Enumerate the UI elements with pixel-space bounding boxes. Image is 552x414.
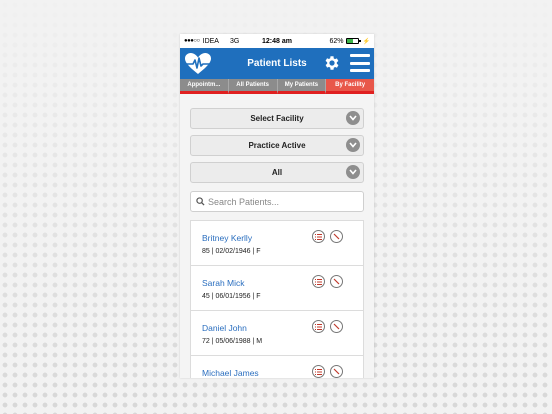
carrier-name: IDEA — [202, 37, 219, 45]
tab-by-facility[interactable]: By Facility — [326, 79, 374, 94]
practice-select[interactable]: Practice Active — [190, 135, 364, 156]
battery-percent: 62% — [329, 37, 344, 45]
phone-screen: ●●●○○ IDEA 3G 12:48 am 62% ⚡ Patient Lis… — [180, 34, 374, 378]
tab-all-patients[interactable]: All Patients — [228, 79, 278, 94]
search-box — [190, 191, 364, 212]
patient-row[interactable]: Michael James — [191, 356, 363, 378]
patient-row[interactable]: Daniel John 72 | 05/06/1988 | M — [191, 311, 363, 356]
list-details-icon[interactable] — [312, 230, 325, 243]
signal-strength-icon: ●●●○○ — [184, 38, 200, 44]
patient-details: 72 | 05/06/1988 | M — [202, 338, 263, 345]
facility-select-label: Select Facility — [250, 114, 304, 123]
patient-details: 85 | 02/02/1946 | F — [202, 248, 261, 255]
patient-name[interactable]: Michael James — [202, 368, 259, 378]
status-select-label: All — [271, 168, 283, 177]
chevron-down-icon — [346, 165, 360, 179]
search-icon — [196, 197, 205, 206]
tab-appointments[interactable]: Appointm... — [180, 79, 229, 94]
hamburger-menu-icon[interactable] — [350, 54, 370, 72]
patient-name[interactable]: Sarah Mick — [202, 278, 245, 288]
tab-my-patients[interactable]: My Patients — [277, 79, 327, 94]
network-type: 3G — [229, 37, 240, 45]
remove-slash-icon[interactable] — [330, 365, 343, 378]
list-details-icon[interactable] — [312, 275, 325, 288]
patient-name[interactable]: Britney Kerlly — [202, 233, 252, 243]
remove-slash-icon[interactable] — [330, 275, 343, 288]
status-select[interactable]: All — [190, 162, 364, 183]
patient-name[interactable]: Daniel John — [202, 323, 247, 333]
list-details-icon[interactable] — [312, 320, 325, 333]
practice-select-label: Practice Active — [248, 141, 306, 150]
patient-row[interactable]: Britney Kerlly 85 | 02/02/1946 | F — [191, 221, 363, 266]
chevron-down-icon — [346, 111, 360, 125]
patient-details: 45 | 06/01/1956 | F — [202, 293, 261, 300]
patient-list: Britney Kerlly 85 | 02/02/1946 | F Sarah… — [190, 220, 364, 378]
facility-select[interactable]: Select Facility — [190, 108, 364, 129]
chevron-down-icon — [346, 138, 360, 152]
patient-row[interactable]: Sarah Mick 45 | 06/01/1956 | F — [191, 266, 363, 311]
battery-icon — [345, 38, 361, 44]
remove-slash-icon[interactable] — [330, 230, 343, 243]
app-header: Patient Lists — [180, 48, 374, 79]
status-bar: ●●●○○ IDEA 3G 12:48 am 62% ⚡ — [180, 34, 374, 48]
remove-slash-icon[interactable] — [330, 320, 343, 333]
search-input[interactable] — [208, 196, 363, 207]
charging-icon: ⚡ — [362, 38, 370, 45]
settings-gear-icon[interactable] — [322, 53, 342, 73]
battery-fill — [346, 39, 354, 43]
main-content: Select Facility Practice Active All Sear… — [180, 94, 374, 378]
patient-tabs: Appointm... All Patients My Patients By … — [180, 79, 374, 94]
list-details-icon[interactable] — [312, 365, 325, 378]
heart-pulse-logo-icon — [180, 48, 216, 79]
